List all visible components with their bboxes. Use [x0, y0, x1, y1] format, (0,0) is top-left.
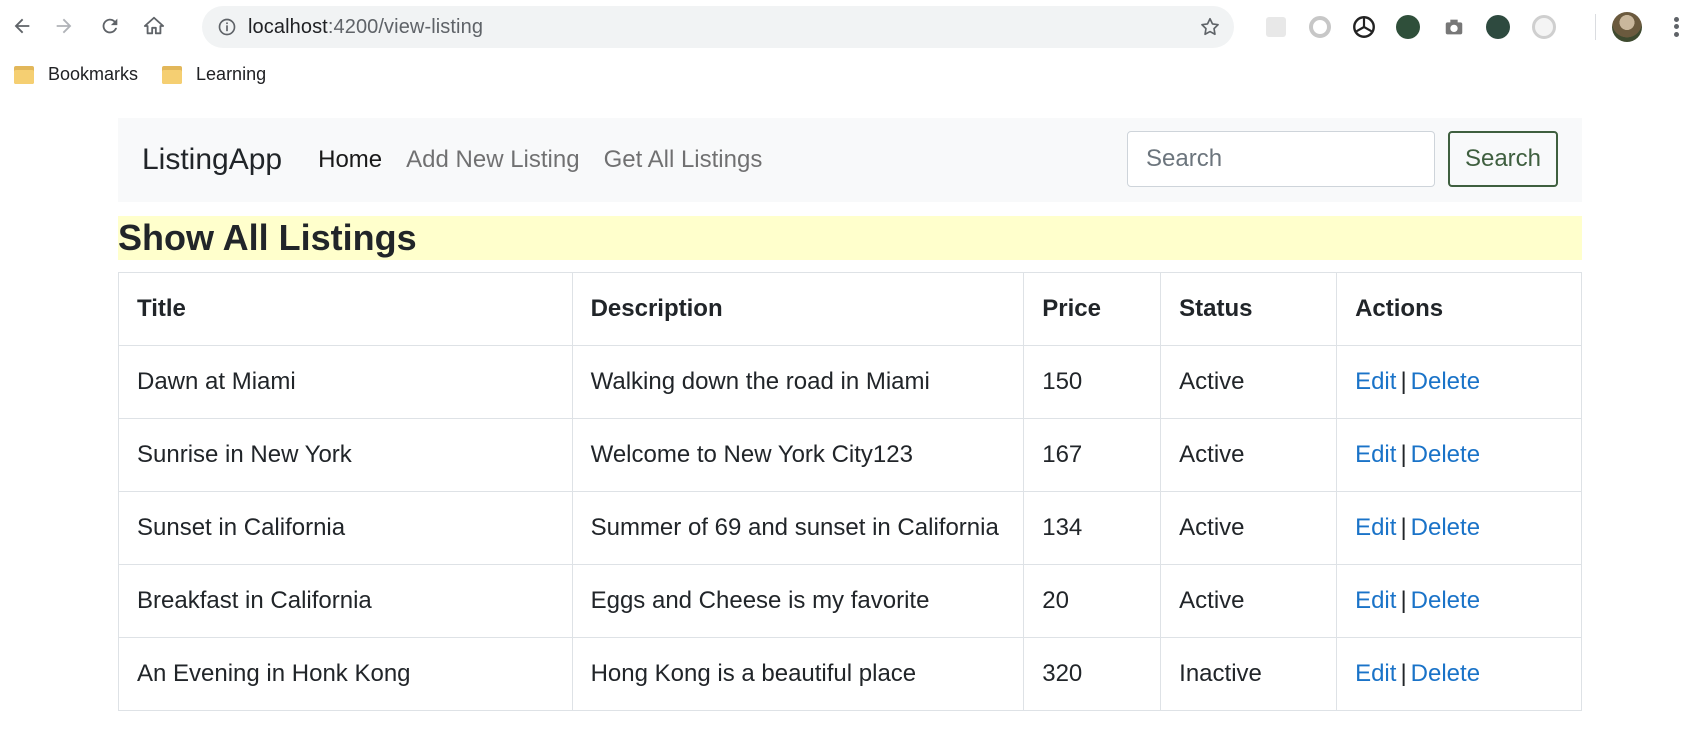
column-header-status: Status — [1160, 272, 1338, 346]
search-button[interactable]: Search — [1448, 131, 1558, 187]
bookmark-folder[interactable]: Learning — [160, 58, 276, 90]
column-header-description: Description — [571, 272, 1025, 346]
edit-link[interactable]: Edit — [1355, 514, 1396, 541]
app-navbar: ListingApp Home Add New Listing Get All … — [118, 118, 1582, 202]
bookmark-folder[interactable]: Bookmarks — [12, 58, 148, 90]
nav-link-add-new-listing[interactable]: Add New Listing — [406, 146, 579, 174]
delete-link[interactable]: Delete — [1411, 660, 1480, 687]
forward-arrow-icon — [56, 18, 72, 34]
reload-icon — [102, 18, 118, 34]
back-button[interactable] — [4, 8, 40, 44]
column-header-actions: Actions — [1336, 272, 1582, 346]
cell-status: Inactive — [1160, 637, 1338, 711]
action-separator: | — [1400, 514, 1407, 541]
action-separator: | — [1400, 587, 1407, 614]
edit-link[interactable]: Edit — [1355, 441, 1396, 468]
home-icon — [143, 16, 165, 35]
cell-price: 320 — [1023, 637, 1162, 711]
edit-link[interactable]: Edit — [1355, 587, 1396, 614]
reload-button[interactable] — [92, 8, 128, 44]
column-header-title: Title — [118, 272, 573, 346]
info-icon[interactable] — [216, 16, 238, 38]
cell-actions: Edit | Delete — [1336, 491, 1582, 565]
browser-toolbar: localhost:4200/view-listing — [0, 0, 1704, 54]
navbar-brand[interactable]: ListingApp — [142, 143, 282, 177]
cell-status: Active — [1160, 491, 1338, 565]
table-row: Breakfast in California Eggs and Cheese … — [118, 564, 1582, 638]
cell-description: Summer of 69 and sunset in California — [571, 491, 1025, 565]
bookmarks-bar: Bookmarks Learning — [0, 54, 1704, 94]
cell-actions: Edit | Delete — [1336, 345, 1582, 419]
nav-link-home[interactable]: Home — [318, 146, 382, 174]
cell-title: Sunset in California — [118, 491, 573, 565]
url-host: localhost — [248, 15, 328, 38]
edit-link[interactable]: Edit — [1355, 660, 1396, 687]
cell-description: Hong Kong is a beautiful place — [571, 637, 1025, 711]
nav-link-get-all-listings[interactable]: Get All Listings — [604, 146, 763, 174]
cell-actions: Edit | Delete — [1336, 637, 1582, 711]
extension-icon[interactable] — [1484, 13, 1512, 41]
nav-links: Home Add New Listing Get All Listings — [306, 146, 774, 174]
profile-avatar[interactable] — [1612, 12, 1642, 42]
cell-status: Active — [1160, 564, 1338, 638]
folder-icon — [162, 64, 183, 84]
back-arrow-icon — [14, 18, 30, 34]
action-separator: | — [1400, 441, 1407, 468]
home-button[interactable] — [136, 8, 172, 44]
extension-icon[interactable] — [1306, 13, 1334, 41]
page-container: ListingApp Home Add New Listing Get All … — [118, 118, 1582, 711]
cell-status: Active — [1160, 345, 1338, 419]
cell-actions: Edit | Delete — [1336, 418, 1582, 492]
menu-dots-icon[interactable] — [1666, 13, 1686, 41]
cell-price: 134 — [1023, 491, 1162, 565]
url-path: :4200/view-listing — [327, 15, 484, 38]
edit-link[interactable]: Edit — [1355, 368, 1396, 395]
extension-icon[interactable] — [1530, 13, 1558, 41]
cell-price: 20 — [1023, 564, 1162, 638]
table-row: Dawn at Miami Walking down the road in M… — [118, 345, 1582, 419]
star-icon[interactable] — [1198, 15, 1222, 39]
action-separator: | — [1400, 660, 1407, 687]
extension-icon[interactable] — [1440, 13, 1468, 41]
search-input[interactable] — [1127, 131, 1435, 187]
delete-link[interactable]: Delete — [1411, 514, 1480, 541]
delete-link[interactable]: Delete — [1411, 587, 1480, 614]
action-separator: | — [1400, 368, 1407, 395]
cell-title: Dawn at Miami — [118, 345, 573, 419]
extension-icon[interactable] — [1350, 13, 1378, 41]
address-bar[interactable]: localhost:4200/view-listing — [202, 6, 1234, 48]
bookmark-label: Bookmarks — [48, 63, 139, 84]
cell-title: Breakfast in California — [118, 564, 573, 638]
folder-icon — [14, 64, 34, 84]
table-row: An Evening in Honk Kong Hong Kong is a b… — [118, 637, 1582, 711]
page-title: Show All Listings — [118, 216, 1582, 260]
table-row: Sunset in California Summer of 69 and su… — [118, 491, 1582, 565]
cell-description: Eggs and Cheese is my favorite — [571, 564, 1025, 638]
cell-description: Walking down the road in Miami — [571, 345, 1025, 419]
url-text[interactable]: localhost:4200/view-listing — [248, 16, 483, 39]
extension-icon[interactable] — [1262, 13, 1290, 41]
cell-description: Welcome to New York City123 — [571, 418, 1025, 492]
cell-title: Sunrise in New York — [118, 418, 573, 492]
column-header-price: Price — [1023, 272, 1162, 346]
search-form: Search — [1127, 131, 1558, 187]
listings-table: Title Description Price Status Actions D… — [118, 272, 1582, 711]
bookmark-label: Learning — [196, 63, 267, 84]
cell-actions: Edit | Delete — [1336, 564, 1582, 638]
cell-price: 167 — [1023, 418, 1162, 492]
cell-price: 150 — [1023, 345, 1162, 419]
delete-link[interactable]: Delete — [1411, 441, 1480, 468]
toolbar-divider — [1595, 14, 1596, 40]
table-header-row: Title Description Price Status Actions — [118, 272, 1582, 346]
extension-icon[interactable] — [1394, 13, 1422, 41]
cell-status: Active — [1160, 418, 1338, 492]
delete-link[interactable]: Delete — [1411, 368, 1480, 395]
cell-title: An Evening in Honk Kong — [118, 637, 573, 711]
forward-button[interactable] — [46, 8, 82, 44]
table-row: Sunrise in New York Welcome to New York … — [118, 418, 1582, 492]
